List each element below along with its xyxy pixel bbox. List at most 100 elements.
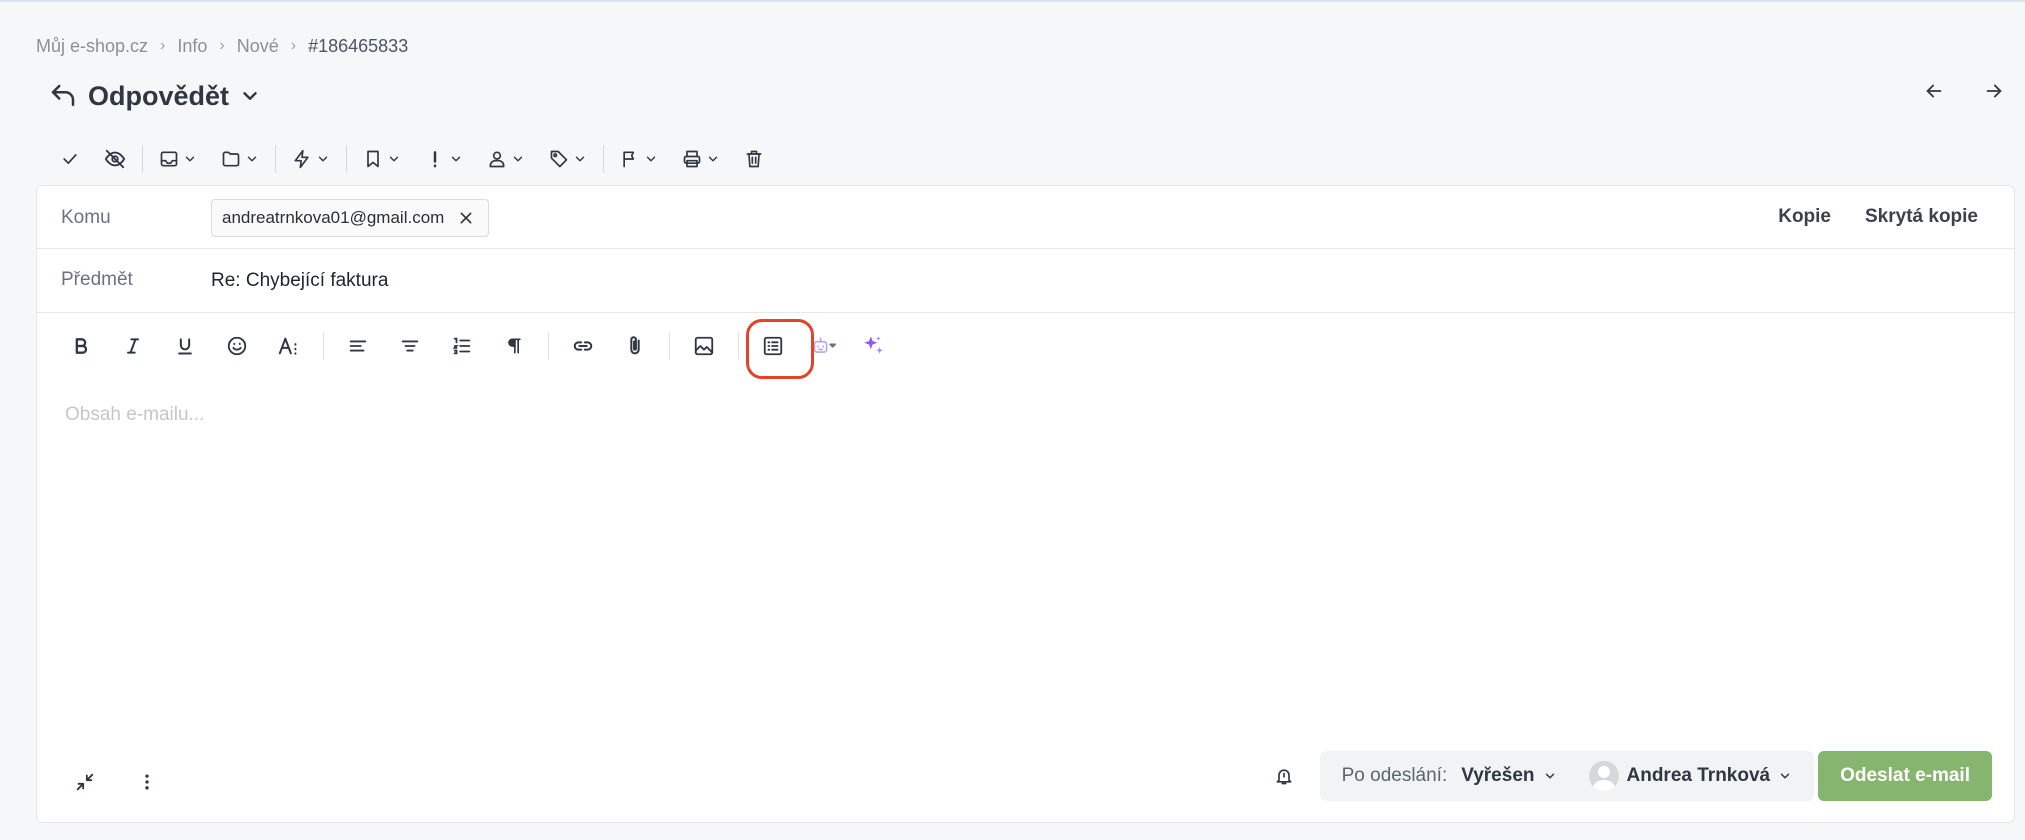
tag-dropdown[interactable] xyxy=(537,142,599,176)
align-center-button[interactable] xyxy=(384,326,436,366)
breadcrumb-item-info[interactable]: Info xyxy=(177,36,207,57)
chevron-down-icon xyxy=(451,156,461,162)
toolbar-divider xyxy=(323,332,324,360)
toolbar-divider xyxy=(275,145,276,173)
chevron-down-icon xyxy=(513,156,523,162)
status-dropdown[interactable]: Vyřešen xyxy=(1461,765,1556,787)
chevron-down-icon xyxy=(708,156,718,162)
chevron-down-icon[interactable] xyxy=(239,85,261,107)
toolbar-divider xyxy=(669,332,670,360)
reply-composer: Komu andreatrnkova01@gmail.com Kopie Skr… xyxy=(36,185,2015,823)
flag-dropdown[interactable] xyxy=(608,142,670,176)
delete-button[interactable] xyxy=(732,142,776,176)
attachment-button[interactable] xyxy=(609,326,661,366)
footer-right-actions: Po odeslání: Vyřešen Andrea Trnková Odes… xyxy=(1264,750,1992,802)
breadcrumb: Můj e-shop.cz › Info › Nové › #186465833 xyxy=(36,34,408,58)
chevron-down-icon xyxy=(318,156,328,162)
inbox-dropdown[interactable] xyxy=(147,142,209,176)
footer-left-actions xyxy=(67,764,165,800)
notification-button[interactable] xyxy=(1264,766,1304,786)
bookmark-dropdown[interactable] xyxy=(351,142,413,176)
chevron-down-icon xyxy=(247,156,257,162)
breadcrumb-item-new[interactable]: Nové xyxy=(237,36,279,57)
font-size-icon xyxy=(278,337,297,355)
align-left-button[interactable] xyxy=(332,326,384,366)
assign-user-dropdown[interactable] xyxy=(475,142,537,176)
editor-toolbar xyxy=(55,319,897,379)
hide-button[interactable] xyxy=(92,142,138,176)
avatar xyxy=(1588,761,1619,791)
paperclip-icon xyxy=(630,336,640,355)
bold-icon xyxy=(75,338,88,354)
text-size-button[interactable] xyxy=(263,326,315,366)
page-top-border xyxy=(0,0,2025,2)
bell-icon xyxy=(1276,769,1292,785)
chevron-down-icon xyxy=(646,156,656,162)
ticket-toolbar xyxy=(48,142,776,176)
align-center-icon xyxy=(401,340,419,352)
image-icon xyxy=(694,336,714,356)
ordered-list-button[interactable] xyxy=(436,326,488,366)
email-body-editor[interactable]: Obsah e-mailu... xyxy=(65,404,204,426)
assignee-name: Andrea Trnková xyxy=(1626,765,1771,786)
cc-button[interactable]: Kopie xyxy=(1778,206,1831,228)
toolbar-divider xyxy=(738,332,739,360)
paragraph-icon xyxy=(508,338,521,354)
after-send-selector: Po odeslání: Vyřešen Andrea Trnková xyxy=(1319,751,1815,801)
ticket-navigation xyxy=(1923,80,2005,102)
sparkles-icon xyxy=(864,336,883,354)
more-options-button[interactable] xyxy=(129,764,165,800)
italic-icon xyxy=(127,338,139,354)
italic-button[interactable] xyxy=(107,326,159,366)
bcc-button[interactable]: Skrytá kopie xyxy=(1865,206,1978,228)
after-send-label: Po odeslání: xyxy=(1341,765,1448,786)
paragraph-button[interactable] xyxy=(488,326,540,366)
recipient-chip[interactable]: andreatrnkova01@gmail.com xyxy=(211,199,490,237)
status-value: Vyřešen xyxy=(1461,765,1535,786)
more-vertical-icon xyxy=(145,774,149,790)
breadcrumb-item-ticket: #186465833 xyxy=(308,35,409,56)
smiley-icon xyxy=(227,336,247,356)
chevron-down-icon xyxy=(1780,773,1790,779)
collapse-button[interactable] xyxy=(67,764,103,800)
recipient-row: Komu andreatrnkova01@gmail.com Kopie Skr… xyxy=(37,186,2014,249)
toolbar-divider xyxy=(603,145,604,173)
priority-dropdown[interactable] xyxy=(413,142,475,176)
emoji-button[interactable] xyxy=(211,326,263,366)
minimize-icon xyxy=(76,773,94,791)
underline-icon xyxy=(178,338,192,355)
assignee-dropdown[interactable]: Andrea Trnková xyxy=(1588,761,1793,791)
close-icon[interactable] xyxy=(458,210,474,226)
chevron-down-icon xyxy=(185,156,195,162)
subject-label: Předmět xyxy=(61,269,133,290)
automation-dropdown[interactable] xyxy=(280,142,342,176)
templates-button[interactable] xyxy=(746,319,814,379)
print-dropdown[interactable] xyxy=(670,142,732,176)
breadcrumb-item-shop[interactable]: Můj e-shop.cz xyxy=(36,36,148,57)
chevron-down-icon xyxy=(389,156,399,162)
insert-image-button[interactable] xyxy=(678,326,730,366)
breadcrumb-separator: › xyxy=(160,37,166,54)
breadcrumb-separator: › xyxy=(219,37,225,54)
mark-done-button[interactable] xyxy=(48,142,92,176)
arrow-right-icon[interactable] xyxy=(1983,80,2005,102)
subject-input[interactable]: Re: Chybející faktura xyxy=(211,270,388,292)
toolbar-divider xyxy=(548,332,549,360)
arrow-left-icon[interactable] xyxy=(1923,80,1945,102)
reply-icon xyxy=(48,81,78,111)
cc-links: Kopie Skrytá kopie xyxy=(1778,206,1978,228)
breadcrumb-separator: › xyxy=(290,37,297,54)
ai-magic-button[interactable] xyxy=(849,326,897,366)
folder-dropdown[interactable] xyxy=(209,142,271,176)
align-left-icon xyxy=(349,340,367,352)
toolbar-divider xyxy=(346,145,347,173)
bold-button[interactable] xyxy=(55,326,107,366)
subject-row: Předmět Re: Chybející faktura xyxy=(37,249,2014,313)
send-email-button[interactable]: Odeslat e-mail xyxy=(1818,751,1992,801)
reply-header[interactable]: Odpovědět xyxy=(48,76,261,116)
link-icon xyxy=(573,341,593,351)
underline-button[interactable] xyxy=(159,326,211,366)
toolbar-divider xyxy=(142,145,143,173)
page-title: Odpovědět xyxy=(88,80,230,111)
link-button[interactable] xyxy=(557,326,609,366)
